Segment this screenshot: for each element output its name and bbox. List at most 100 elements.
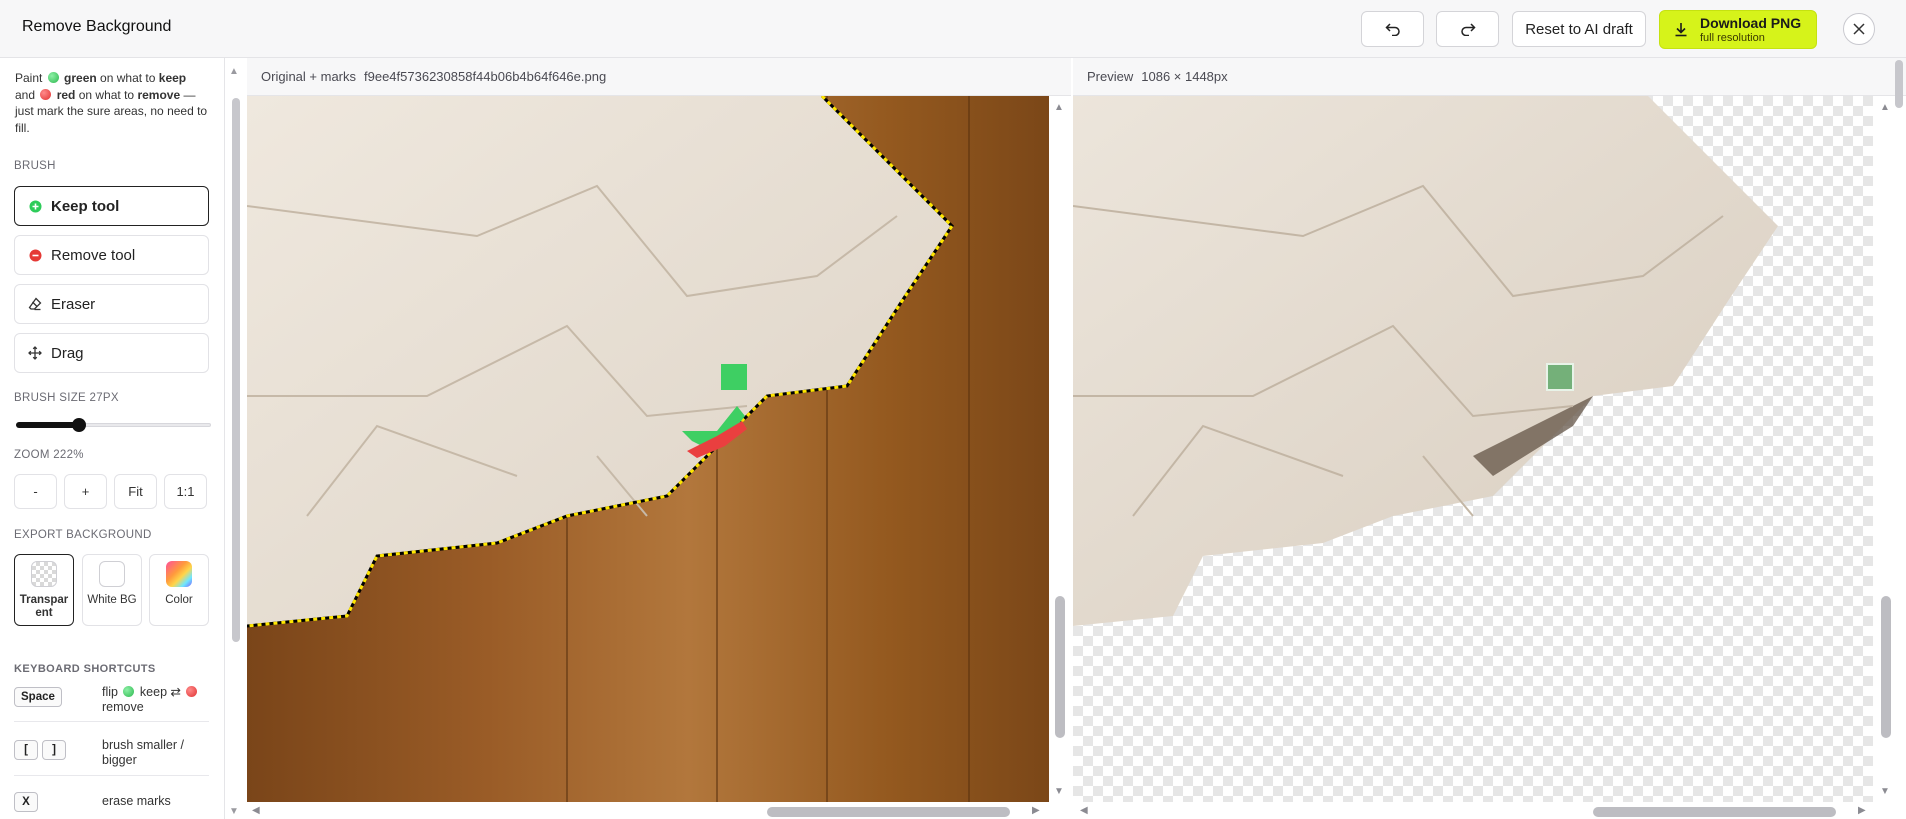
original-panel-label: Original + marks [261,69,356,84]
key-x: X [14,792,38,812]
divider [14,775,209,776]
scroll-left-icon[interactable]: ◀ [252,805,260,816]
original-image [247,96,1049,802]
shortcut-desc: brush smaller / bigger [102,738,184,767]
original-panel-header: Original + marks f9ee4f5736230858f44b06b… [247,58,1071,96]
intro-text-2: on what to [96,71,159,85]
sidebar: Paint green on what to keep and red on w… [0,58,225,819]
brush-section-title: BRUSH [14,160,56,172]
remove-tool-button[interactable]: Remove tool [14,235,209,275]
download-png-button[interactable]: Download PNG full resolution [1659,10,1817,49]
bg-option-label: White BG [87,594,137,606]
intro-text-3: and [15,87,39,102]
download-label-group: Download PNG full resolution [1700,16,1801,44]
slider-fill [16,422,79,428]
slider-thumb[interactable] [72,418,86,432]
eraser-tool-label: Eraser [51,295,96,313]
red-dot-icon [40,88,52,100]
preview-dimensions: 1086 × 1448px [1141,69,1228,84]
undo-button[interactable] [1361,11,1424,47]
key-bracket-right: ] [42,740,66,760]
instructions-text: Paint green on what to keep and red on w… [15,70,215,136]
eraser-tool-button[interactable]: Eraser [14,284,209,324]
keep-tool-label: Keep tool [51,197,120,215]
shortcut-row: Space flip keep ⇄ remove [14,685,209,714]
keep-mark [721,364,747,390]
white-swatch-icon [99,561,125,587]
preview-panel-header: Preview 1086 × 1448px [1073,58,1906,96]
export-background-title: EXPORT BACKGROUND [14,529,152,541]
reset-to-ai-draft-button[interactable]: Reset to AI draft [1512,11,1646,47]
preview-scroll-left-icon[interactable]: ◀ [1080,805,1088,816]
zoom-in-button[interactable]: + [64,474,107,509]
key-space: Space [14,687,62,707]
redo-button[interactable] [1436,11,1499,47]
minus-circle-icon [28,248,42,262]
download-sublabel: full resolution [1700,31,1765,44]
bg-option-white[interactable]: White BG [82,554,142,626]
remove-tool-label: Remove tool [51,246,136,264]
original-canvas[interactable] [247,96,1049,802]
zoom-fit-button[interactable]: Fit [114,474,157,509]
eraser-icon [28,297,42,311]
shortcut-desc-b: keep ⇄ [136,685,185,699]
transparent-swatch-icon [31,561,57,587]
green-dot-icon [123,686,135,697]
intro-text-1: Paint [15,71,46,85]
filename: f9ee4f5736230858f44b06b4b64f646e.png [364,69,607,84]
preview-scroll-up-icon[interactable]: ▲ [1880,102,1890,113]
shortcut-desc: erase marks [102,794,171,808]
original-vertical-scrollbar[interactable] [1055,596,1065,738]
shortcut-desc-a: flip [102,685,122,699]
download-icon [1675,23,1687,37]
scroll-down-icon[interactable]: ▼ [1054,786,1064,797]
undo-icon [1384,23,1400,36]
color-swatch-icon [166,561,192,587]
preview-scroll-down-icon[interactable]: ▼ [1880,786,1890,797]
intro-green: green [64,71,97,85]
close-button[interactable] [1843,13,1875,45]
shortcut-desc: flip keep ⇄ remove [102,685,199,715]
page-scrollbar[interactable] [1895,60,1903,108]
page-title: Remove Background [22,18,172,35]
sidebar-scrollbar[interactable] [232,98,240,642]
brush-size-slider[interactable] [16,418,211,432]
intro-remove: remove [137,87,181,102]
keep-tool-button[interactable]: Keep tool [14,186,209,226]
bg-option-color[interactable]: Color [149,554,209,626]
plus-circle-icon [28,199,42,213]
green-dot-icon [47,72,59,83]
drag-tool-label: Drag [51,344,84,362]
sidebar-scroll-up-icon[interactable]: ▲ [229,66,239,77]
sidebar-scroll-down-icon[interactable]: ▼ [229,806,239,817]
bg-option-label: Color [165,594,193,606]
divider [14,721,209,722]
redo-icon [1460,23,1476,36]
move-icon [28,346,42,360]
bg-option-label: Transparent [19,594,69,619]
preview-canvas[interactable] [1073,96,1873,802]
scroll-up-icon[interactable]: ▲ [1054,102,1064,113]
shortcut-desc-c: remove [102,700,144,714]
drag-tool-button[interactable]: Drag [14,333,209,373]
brush-size-label: BRUSH SIZE 27PX [14,392,119,404]
zoom-actual-size-button[interactable]: 1:1 [164,474,207,509]
keep-mark-preview [1546,363,1574,391]
preview-horizontal-scrollbar[interactable] [1593,807,1836,817]
original-horizontal-scrollbar[interactable] [767,807,1010,817]
download-label: Download PNG [1700,14,1802,31]
preview-panel-label: Preview [1087,69,1134,84]
bg-option-transparent[interactable]: Transparent [14,554,74,626]
top-bar: Remove Background Reset to AI draft Down… [0,0,1906,58]
scroll-right-icon[interactable]: ▶ [1032,805,1040,816]
close-icon [1853,23,1865,35]
preview-scroll-right-icon[interactable]: ▶ [1858,805,1866,816]
preview-image [1073,96,1778,626]
shortcut-row: [ ] brush smaller / bigger [14,738,209,767]
shortcut-row: X erase marks [14,792,209,812]
intro-keep: keep [158,71,187,85]
intro-text-4: on what to [75,87,138,102]
preview-vertical-scrollbar[interactable] [1881,596,1891,738]
red-dot-icon [186,686,198,697]
zoom-out-button[interactable]: - [14,474,57,509]
